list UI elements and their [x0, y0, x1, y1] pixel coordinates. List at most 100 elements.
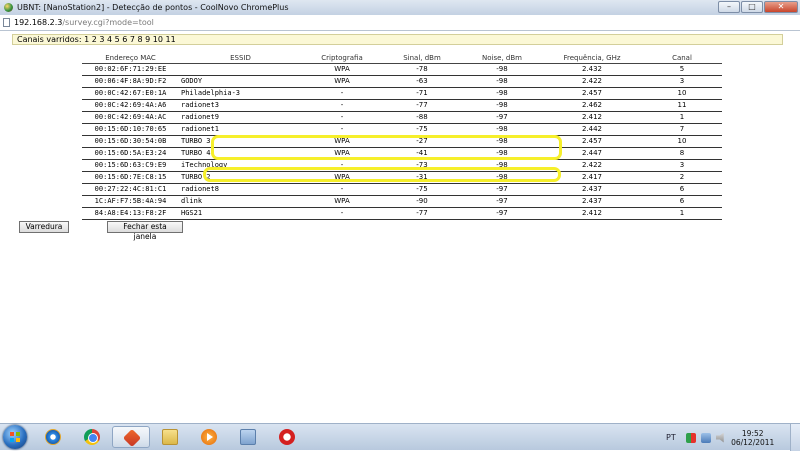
table-row: 00:27:22:4C:81:C1 radionet8- -75 -97 2.437 6 [82, 183, 722, 196]
cell-crypto: - [302, 99, 382, 112]
taskbar-red-app[interactable] [268, 426, 306, 448]
cell-mac: 00:15:6D:10:70:65 [82, 123, 179, 136]
cell-mac: 00:0C:42:69:4A:A6 [82, 99, 179, 112]
cell-noise: -98 [462, 159, 542, 172]
cell-essid: TURBO 4 [179, 147, 302, 160]
cell-signal: -41 [382, 147, 462, 160]
cell-crypto: WPA [302, 195, 382, 208]
cell-essid [179, 63, 302, 76]
cell-noise: -97 [462, 183, 542, 196]
taskbar-coolnovo[interactable] [112, 426, 150, 448]
cell-noise: -97 [462, 195, 542, 208]
close-window-button[interactable]: ✕ [764, 1, 798, 13]
cell-crypto: WPA [302, 147, 382, 160]
network-icon[interactable] [700, 432, 711, 443]
cell-essid: iTechnology [179, 159, 302, 172]
cell-essid: TURBO 3 [179, 135, 302, 148]
scan-button[interactable]: Varredura [19, 221, 69, 233]
show-desktop-button[interactable] [790, 424, 800, 451]
volume-icon[interactable] [715, 432, 724, 443]
taskbar: PT 19:52 06/12/2011 [0, 423, 800, 451]
column-header-crypto: Criptografia [302, 53, 382, 64]
cell-frequency: 2.422 [542, 75, 642, 88]
cell-channel: 6 [642, 183, 722, 196]
address-bar[interactable]: 192.168.2.3/survey.cgi?mode=tool [0, 15, 800, 31]
cell-crypto: WPA [302, 135, 382, 148]
cell-frequency: 2.442 [542, 123, 642, 136]
cell-essid: dlink [179, 195, 302, 208]
column-header-noise: Noise, dBm [462, 53, 542, 64]
cell-channel: 7 [642, 123, 722, 136]
cell-frequency: 2.457 [542, 87, 642, 100]
cell-signal: -77 [382, 207, 462, 220]
cell-mac: 84:A8:E4:13:F8:2F [82, 207, 179, 220]
url-text[interactable]: 192.168.2.3/survey.cgi?mode=tool [14, 18, 154, 27]
cell-channel: 8 [642, 147, 722, 160]
cell-channel: 11 [642, 99, 722, 112]
language-indicator[interactable]: PT [666, 433, 676, 442]
column-header-channel: Canal [642, 53, 722, 64]
taskbar-file-explorer[interactable] [151, 426, 189, 448]
cell-channel: 6 [642, 195, 722, 208]
cell-channel: 1 [642, 111, 722, 124]
start-button[interactable] [3, 425, 27, 449]
cell-signal: -73 [382, 159, 462, 172]
cell-noise: -98 [462, 171, 542, 184]
cell-noise: -98 [462, 123, 542, 136]
table-row: 00:06:4F:8A:9D:F2 GODOY WPA -63 -98 2.422 3 [82, 75, 722, 88]
cell-essid: radionet8 [179, 183, 302, 196]
system-tray: PT 19:52 06/12/2011 [652, 424, 800, 451]
cell-channel: 10 [642, 135, 722, 148]
clock-time: 19:52 [741, 428, 764, 438]
cell-mac: 00:15:6D:7E:C8:15 [82, 171, 179, 184]
cell-signal: -78 [382, 63, 462, 76]
cell-mac: 00:15:6D:30:54:0B [82, 135, 179, 148]
cell-signal: -77 [382, 99, 462, 112]
cell-crypto: - [302, 207, 382, 220]
cell-frequency: 2.412 [542, 111, 642, 124]
coolnovo-icon [122, 428, 142, 448]
folder-icon [162, 429, 178, 445]
table-row: 00:0C:42:69:4A:AC radionet9- -88 -97 2.412 1 [82, 111, 722, 124]
cell-essid: radionet3 [179, 99, 302, 112]
cell-mac: 00:0C:42:69:4A:AC [82, 111, 179, 124]
cell-frequency: 2.437 [542, 195, 642, 208]
media-player-icon [201, 429, 217, 445]
cell-crypto: - [302, 123, 382, 136]
window-titlebar[interactable]: UBNT: [NanoStation2] - Detecção de ponto… [0, 0, 800, 15]
taskbar-media-player[interactable] [190, 426, 228, 448]
cell-frequency: 2.417 [542, 171, 642, 184]
action-center-flag-icon[interactable] [685, 432, 696, 443]
taskbar-network-tool[interactable] [229, 426, 267, 448]
close-page-button[interactable]: Fechar esta janela [107, 221, 183, 241]
url-host: 192.168.2.3 [14, 18, 63, 27]
chrome-icon [84, 429, 100, 445]
cell-crypto: - [302, 87, 382, 100]
cell-frequency: 2.447 [542, 147, 642, 160]
cell-essid: HGS21 [179, 207, 302, 220]
minimize-button[interactable]: – [718, 1, 740, 13]
cell-noise: -98 [462, 75, 542, 88]
coolnovo-app-icon [4, 3, 13, 12]
cell-essid: radionet9 [179, 111, 302, 124]
maximize-button[interactable]: □ [741, 1, 763, 13]
cell-noise: -97 [462, 207, 542, 220]
cell-noise: -98 [462, 135, 542, 148]
cell-noise: -97 [462, 111, 542, 124]
taskbar-chrome[interactable] [73, 426, 111, 448]
table-row: 00:15:6D:30:54:0B TURBO 3 WPA -27 -98 2.457 10 [82, 135, 722, 148]
clock[interactable]: 19:52 06/12/2011 [731, 429, 775, 447]
cell-essid: Philadelphia-3 [179, 87, 302, 100]
cell-crypto: WPA [302, 171, 382, 184]
cell-mac: 00:27:22:4C:81:C1 [82, 183, 179, 196]
cell-frequency: 2.432 [542, 63, 642, 76]
table-row: 00:02:6F:71:29:EE WPA -78 -98 2.432 5 [82, 63, 722, 76]
cell-channel: 5 [642, 63, 722, 76]
cell-signal: -90 [382, 195, 462, 208]
column-header-mac: Endereço MAC [82, 53, 179, 64]
cell-crypto: - [302, 159, 382, 172]
survey-table: Endereço MAC ESSID Criptografia Sinal, d… [82, 53, 722, 220]
window-title: UBNT: [NanoStation2] - Detecção de ponto… [17, 3, 289, 12]
taskbar-internet-explorer[interactable] [34, 426, 72, 448]
red-app-icon [279, 429, 295, 445]
